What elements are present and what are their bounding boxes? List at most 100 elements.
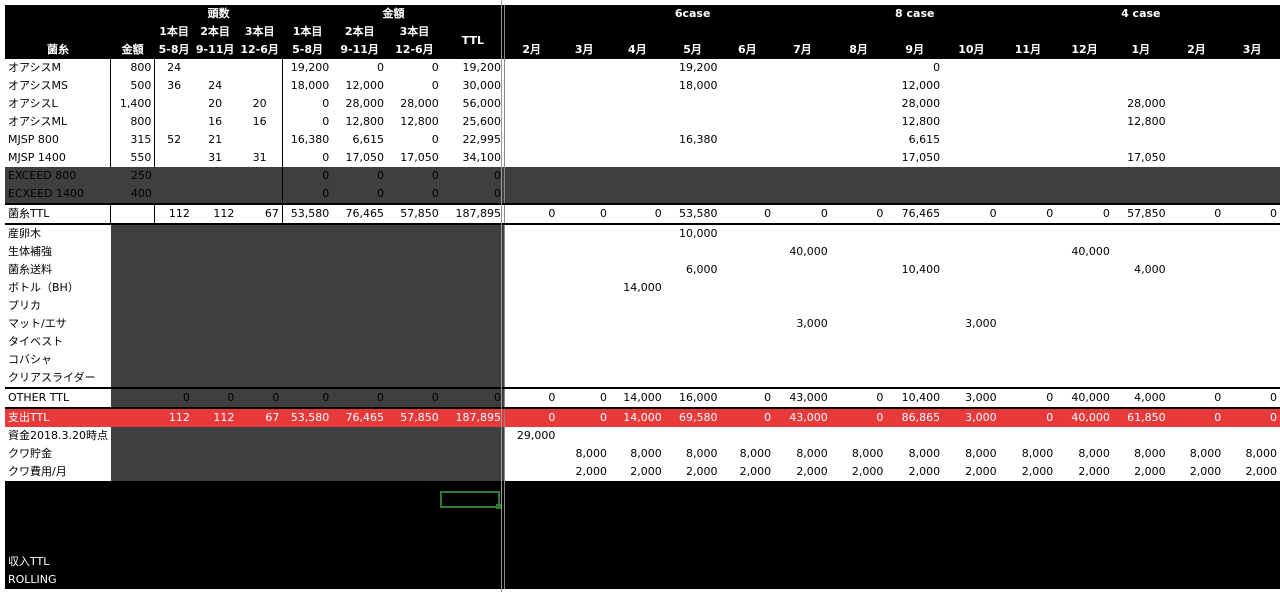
blank[interactable] [192,279,238,297]
product-price[interactable]: 550 [110,149,155,167]
blank[interactable] [332,463,388,481]
blank[interactable] [5,535,111,553]
month-cell[interactable] [831,351,887,369]
month-cell[interactable] [774,185,831,204]
blank[interactable] [387,463,442,481]
month-cell[interactable] [610,59,665,77]
amount[interactable]: 0 [387,185,442,204]
month-cell[interactable] [1056,224,1113,243]
month-cell[interactable] [1169,131,1225,149]
blank[interactable] [774,499,831,517]
month-cell[interactable] [1113,77,1169,95]
head-count[interactable] [154,95,193,113]
blank[interactable] [110,315,155,333]
blank[interactable] [192,297,238,315]
blank[interactable] [154,445,193,463]
month-cell[interactable] [1169,185,1225,204]
header-month[interactable]: 11月 [1000,41,1057,59]
header-2nd[interactable]: 2本目 [332,23,387,41]
amount[interactable]: 57,850 [387,408,442,427]
blank[interactable] [192,369,238,388]
month-cell[interactable]: 2,000 [720,463,774,481]
amount[interactable]: 12,800 [387,113,442,131]
blank[interactable] [387,499,442,517]
month-cell[interactable]: 10,000 [665,224,721,243]
month-cell[interactable] [831,315,887,333]
month-cell[interactable] [943,95,1000,113]
header-blank[interactable] [943,23,1000,41]
amount[interactable]: 53,580 [282,204,332,224]
month-cell[interactable] [886,279,943,297]
month-cell[interactable]: 0 [831,204,887,224]
amount[interactable]: 76,465 [332,408,387,427]
month-cell[interactable] [831,427,887,445]
product-price[interactable]: 800 [110,59,155,77]
month-cell[interactable]: 14,000 [610,279,665,297]
amount-ttl[interactable]: 34,100 [442,149,505,167]
month-cell[interactable]: 0 [558,204,610,224]
month-cell[interactable]: 12,000 [886,77,943,95]
blank[interactable] [332,279,388,297]
blank[interactable] [720,499,774,517]
month-cell[interactable]: 10,400 [886,388,943,408]
month-cell[interactable] [610,315,665,333]
blank[interactable] [1000,517,1057,535]
row-label[interactable]: 資金2018.3.20時点 [5,427,111,445]
blank[interactable] [774,571,831,589]
month-cell[interactable]: 8,000 [1000,445,1057,463]
month-cell[interactable] [720,113,774,131]
month-cell[interactable]: 0 [720,204,774,224]
amount[interactable]: 17,050 [387,149,442,167]
blank[interactable] [5,499,111,517]
month-cell[interactable]: 3,000 [774,315,831,333]
blank[interactable] [1169,553,1225,571]
month-cell[interactable] [558,427,610,445]
month-cell[interactable] [610,185,665,204]
blank[interactable] [282,333,333,351]
head-count[interactable] [237,167,283,185]
month-cell[interactable]: 40,000 [1056,243,1113,261]
month-cell[interactable]: 53,580 [665,204,721,224]
budget-sheet[interactable]: 頭数 金額 6case 8 case 4 case 1本目 2本目 3本目 1本目 2本目 3本目 T… [5,5,1280,589]
month-cell[interactable]: 28,000 [1113,95,1169,113]
head-count[interactable] [237,185,283,204]
month-cell[interactable] [1056,315,1113,333]
month-cell[interactable] [774,279,831,297]
product-price[interactable]: 800 [110,113,155,131]
blank[interactable] [5,481,111,499]
month-cell[interactable]: 0 [831,388,887,408]
month-cell[interactable] [1000,261,1057,279]
month-cell[interactable] [504,77,559,95]
month-cell[interactable]: 61,850 [1113,408,1169,427]
blank[interactable] [886,499,943,517]
blank[interactable] [154,369,193,388]
blank[interactable] [155,517,193,535]
month-cell[interactable] [831,369,887,388]
month-cell[interactable] [504,95,559,113]
month-cell[interactable]: 0 [1224,204,1280,224]
month-cell[interactable]: 29,000 [504,427,559,445]
row-label[interactable]: マット/エサ [5,315,111,333]
blank[interactable] [282,243,333,261]
header-period-3[interactable]: 12-6月 [237,41,282,59]
month-cell[interactable] [720,369,774,388]
head-count[interactable] [154,113,193,131]
month-cell[interactable] [610,351,665,369]
header-month[interactable]: 9月 [886,41,943,59]
blank[interactable] [192,463,238,481]
selected-cell[interactable] [440,491,501,509]
row-label[interactable]: 収入TTL [5,553,111,571]
blank[interactable] [720,571,774,589]
month-cell[interactable] [943,351,1000,369]
blank[interactable] [110,224,155,243]
month-cell[interactable] [1056,185,1113,204]
month-cell[interactable] [1224,131,1280,149]
row-label[interactable]: 菌糸TTL [5,204,111,224]
blank[interactable] [1224,553,1280,571]
header-blank[interactable] [1224,23,1280,41]
blank[interactable] [442,535,505,553]
month-cell[interactable] [504,279,559,297]
month-cell[interactable] [831,167,887,185]
month-cell[interactable] [558,351,610,369]
month-cell[interactable] [1056,261,1113,279]
